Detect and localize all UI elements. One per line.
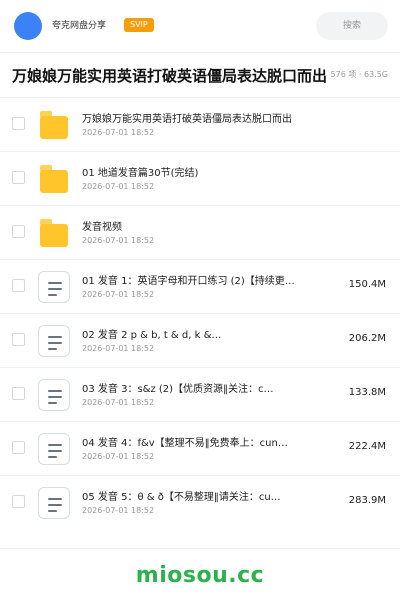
document-icon xyxy=(38,379,70,411)
svip-badge: SVIP xyxy=(124,18,154,32)
file-size: 133.8M xyxy=(348,387,386,398)
avatar[interactable] xyxy=(14,12,42,40)
file-date: 2026-07-01 18:52 xyxy=(82,182,155,191)
row-checkbox[interactable] xyxy=(12,279,25,292)
file-name[interactable]: 03 发音 3：s&z (2)【优质资源‖关注：c… xyxy=(82,380,310,395)
row-checkbox[interactable] xyxy=(12,171,25,184)
file-row[interactable]: 01 发音 1：英语字母和开口练习 (2)【持续更… 2026-07-01 18:… xyxy=(0,259,400,313)
folder-icon xyxy=(38,109,70,141)
row-checkbox[interactable] xyxy=(12,225,25,238)
document-icon xyxy=(38,325,70,357)
file-row[interactable]: 04 发音 4：f&v【整理不易‖免费奉上：cun… 2026-07-01 18:… xyxy=(0,421,400,475)
file-name[interactable]: 01 地道发音篇30节(完结) xyxy=(82,164,310,179)
file-date: 2026-07-01 18:52 xyxy=(82,128,155,137)
folder-icon xyxy=(38,217,70,249)
file-size: 206.2M xyxy=(348,333,386,344)
row-checkbox[interactable] xyxy=(12,387,25,400)
app-header: 夸克网盘分享 SVIP 搜索 xyxy=(0,0,400,52)
file-date: 2026-07-01 18:52 xyxy=(82,344,155,353)
file-row[interactable]: 03 发音 3：s&z (2)【优质资源‖关注：c… 2026-07-01 18:… xyxy=(0,367,400,421)
file-row[interactable]: 发音视频 2026-07-01 18:52 xyxy=(0,205,400,259)
file-date: 2026-07-01 18:52 xyxy=(82,506,155,515)
title-row: 万娘娘万能实用英语打破英语僵局表达脱口而出 576 项 · 63.5G xyxy=(0,53,400,97)
file-size: 222.4M xyxy=(348,441,386,452)
folder-icon xyxy=(38,163,70,195)
file-name[interactable]: 发音视频 xyxy=(82,218,310,233)
folder-meta: 576 项 · 63.5G xyxy=(330,70,388,79)
file-row[interactable]: 05 发音 5：θ & ð【不易整理‖请关注：cu… 2026-07-01 18:… xyxy=(0,475,400,529)
file-date: 2026-07-01 18:52 xyxy=(82,236,155,245)
document-icon xyxy=(38,487,70,519)
row-checkbox[interactable] xyxy=(12,117,25,130)
file-row[interactable]: 02 发音 2 p & b, t & d, k &… 2026-07-01 18:… xyxy=(0,313,400,367)
list-divider xyxy=(0,548,400,549)
page-title: 万娘娘万能实用英语打破英语僵局表达脱口而出 xyxy=(12,67,328,85)
file-date: 2026-07-01 18:52 xyxy=(82,452,155,461)
watermark: miosou.cc xyxy=(135,563,265,588)
file-date: 2026-07-01 18:52 xyxy=(82,290,155,299)
document-icon xyxy=(38,271,70,303)
file-name[interactable]: 01 发音 1：英语字母和开口练习 (2)【持续更… xyxy=(82,272,310,287)
search-input[interactable]: 搜索 xyxy=(316,12,388,40)
file-name[interactable]: 万娘娘万能实用英语打破英语僵局表达脱口而出 xyxy=(82,110,310,125)
file-name[interactable]: 02 发音 2 p & b, t & d, k &… xyxy=(82,326,310,341)
file-row[interactable]: 01 地道发音篇30节(完结) 2026-07-01 18:52 xyxy=(0,151,400,205)
file-size: 150.4M xyxy=(348,279,386,290)
file-row[interactable]: 万娘娘万能实用英语打破英语僵局表达脱口而出 2026-07-01 18:52 xyxy=(0,97,400,151)
file-date: 2026-07-01 18:52 xyxy=(82,398,155,407)
row-checkbox[interactable] xyxy=(12,333,25,346)
file-name[interactable]: 04 发音 4：f&v【整理不易‖免费奉上：cun… xyxy=(82,434,310,449)
document-icon xyxy=(38,433,70,465)
file-list: 万娘娘万能实用英语打破英语僵局表达脱口而出 2026-07-01 18:52 01 … xyxy=(0,97,400,529)
row-checkbox[interactable] xyxy=(12,441,25,454)
site-name: 夸克网盘分享 xyxy=(52,21,107,31)
row-checkbox[interactable] xyxy=(12,495,25,508)
file-name[interactable]: 05 发音 5：θ & ð【不易整理‖请关注：cu… xyxy=(82,488,310,503)
file-size: 283.9M xyxy=(348,495,386,506)
